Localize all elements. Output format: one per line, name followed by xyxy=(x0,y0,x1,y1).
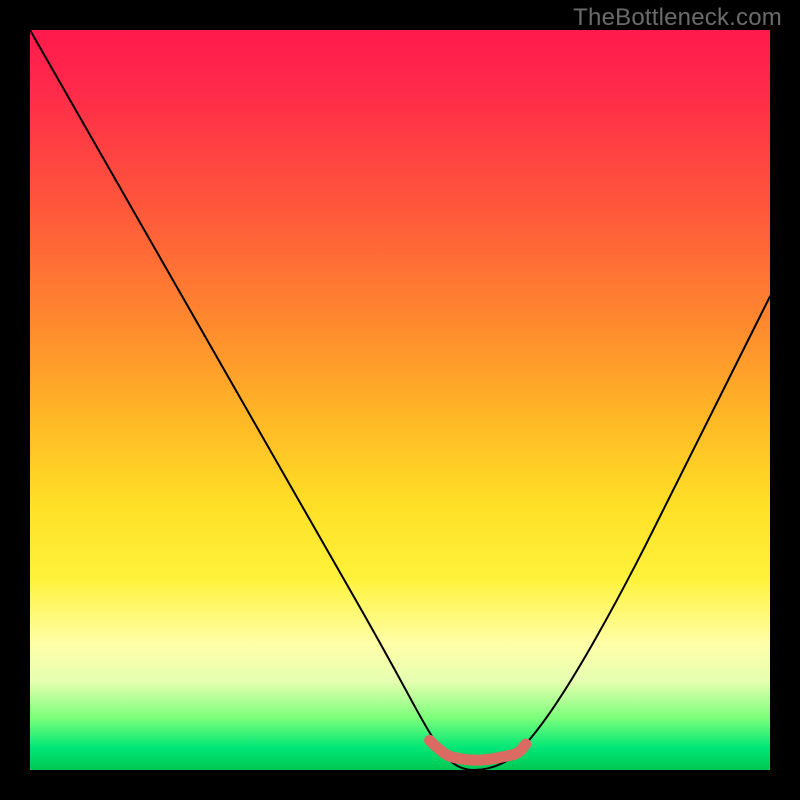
optimal-highlight xyxy=(430,740,526,760)
chart-svg xyxy=(30,30,770,770)
bottleneck-curve xyxy=(30,30,770,770)
watermark-text: TheBottleneck.com xyxy=(573,4,782,32)
chart-frame: TheBottleneck.com xyxy=(0,0,800,800)
plot-area xyxy=(30,30,770,770)
